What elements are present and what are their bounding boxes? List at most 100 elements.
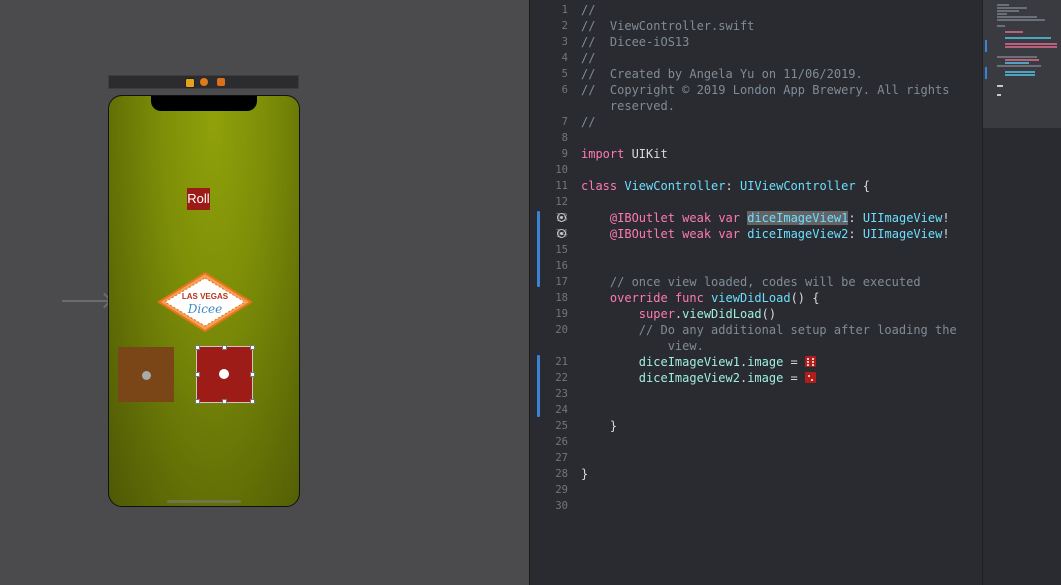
roll-button[interactable]: Roll [187,188,210,210]
code-text[interactable]: // Dicee-iOS13 [581,34,689,50]
line-number: 22 [555,372,568,384]
minimap-line [1005,31,1023,33]
minimap[interactable] [982,0,1061,585]
first-responder-icon[interactable] [200,78,208,86]
line-number: 25 [555,420,568,432]
minimap-line [997,19,1045,21]
line-number: 7 [561,116,568,128]
logo-text-las-vegas: LAS VEGAS [182,292,229,301]
line-number: 2 [561,20,568,32]
iphone-scene[interactable]: Roll LAS VEGAS Dicee [108,95,300,507]
code-text[interactable]: import UIKit [581,146,668,162]
scene-dock[interactable] [108,75,299,89]
minimap-line [997,56,1037,58]
line-number: 17 [555,276,568,288]
line-number: 19 [555,308,568,320]
code-text[interactable]: // Created by Angela Yu on 11/06/2019. [581,66,863,82]
code-text[interactable]: @IBOutlet weak var diceImageView2: UIIma… [581,226,950,242]
resize-handle-top-right[interactable] [250,345,255,350]
code-text[interactable]: // [581,114,595,130]
minimap-line [997,94,1001,96]
minimap-change-marker [985,40,987,52]
line-number: 24 [555,404,568,416]
line-number: 6 [561,84,568,96]
minimap-line [1005,46,1057,48]
line-number: 8 [561,132,568,144]
code-text[interactable]: diceImageView1.image = [581,354,816,370]
view-controller-icon[interactable] [185,78,195,88]
minimap-change-marker [985,67,987,79]
line-number: 15 [555,244,568,256]
minimap-line [1005,62,1029,64]
dice-image-view-2[interactable] [196,346,253,403]
die-pip [219,369,229,379]
resize-handle-bottom-left[interactable] [195,399,200,404]
exit-icon[interactable] [217,78,225,86]
code-text[interactable]: // once view loaded, codes will be execu… [581,274,921,290]
resize-handle-top[interactable] [222,345,227,350]
code-text[interactable]: @IBOutlet weak var diceImageView1: UIIma… [581,210,950,226]
line-number: 26 [555,436,568,448]
initial-view-controller-arrow[interactable] [62,300,108,302]
line-number: 20 [555,324,568,336]
dice-six-literal-icon[interactable] [805,356,816,367]
minimap-line [1005,59,1039,61]
line-number: 23 [555,388,568,400]
code-editor[interactable]: 1 // 2 // ViewController.swift 3 // Dicee-iOS… [530,0,982,585]
die-pip [142,371,151,380]
dice-image-view-1[interactable] [118,347,174,402]
line-number: 4 [561,52,568,64]
line-number: 27 [555,452,568,464]
code-text[interactable]: diceImageView2.image = [581,370,816,386]
code-text[interactable]: // [581,2,595,18]
minimap-line [1005,43,1057,45]
minimap-line [997,16,1037,18]
line-number: 28 [555,468,568,480]
minimap-line [997,25,1005,27]
code-text[interactable]: // Copyright © 2019 London App Brewery. … [581,82,949,98]
line-number: 3 [561,36,568,48]
outlet-connection-icon[interactable] [557,229,566,238]
minimap-line [997,10,1019,12]
minimap-line [997,65,1041,67]
home-indicator [167,500,241,503]
code-text[interactable]: super.viewDidLoad() [581,306,776,322]
device-notch [151,96,257,111]
line-number: 18 [555,292,568,304]
line-number: 5 [561,68,568,80]
resize-handle-left[interactable] [195,372,200,377]
code-text[interactable]: view. [581,338,704,354]
code-text[interactable]: } [581,418,617,434]
resize-handle-top-left[interactable] [195,345,200,350]
code-text[interactable]: // Do any additional setup after loading… [581,322,957,338]
code-text[interactable]: // ViewController.swift [581,18,754,34]
resize-handle-bottom[interactable] [222,399,227,404]
line-number: 29 [555,484,568,496]
line-number: 12 [555,196,568,208]
outlet-connection-icon[interactable] [557,213,566,222]
line-number: 21 [555,356,568,368]
code-text[interactable]: // [581,50,595,66]
minimap-line [997,13,1007,15]
minimap-line [997,85,1003,87]
line-number: 9 [561,148,568,160]
line-number: 16 [555,260,568,272]
line-number: 10 [555,164,568,176]
code-text[interactable]: } [581,466,588,482]
minimap-line [997,4,1009,6]
dice-two-literal-icon[interactable] [805,372,816,383]
interface-builder-canvas[interactable]: Roll LAS VEGAS Dicee [0,0,529,585]
dicee-logo[interactable]: LAS VEGAS Dicee [157,271,253,335]
line-number: 1 [561,4,568,16]
line-number: 11 [555,180,568,192]
minimap-line [1005,37,1051,39]
line-number: 30 [555,500,568,512]
code-text[interactable]: reserved. [581,98,675,114]
logo-text-dicee: Dicee [187,302,222,316]
code-text[interactable]: override func viewDidLoad() { [581,290,820,306]
minimap-line [997,7,1027,9]
resize-handle-right[interactable] [250,372,255,377]
code-text[interactable]: class ViewController: UIViewController { [581,178,870,194]
resize-handle-bottom-right[interactable] [250,399,255,404]
minimap-line [1005,71,1035,73]
